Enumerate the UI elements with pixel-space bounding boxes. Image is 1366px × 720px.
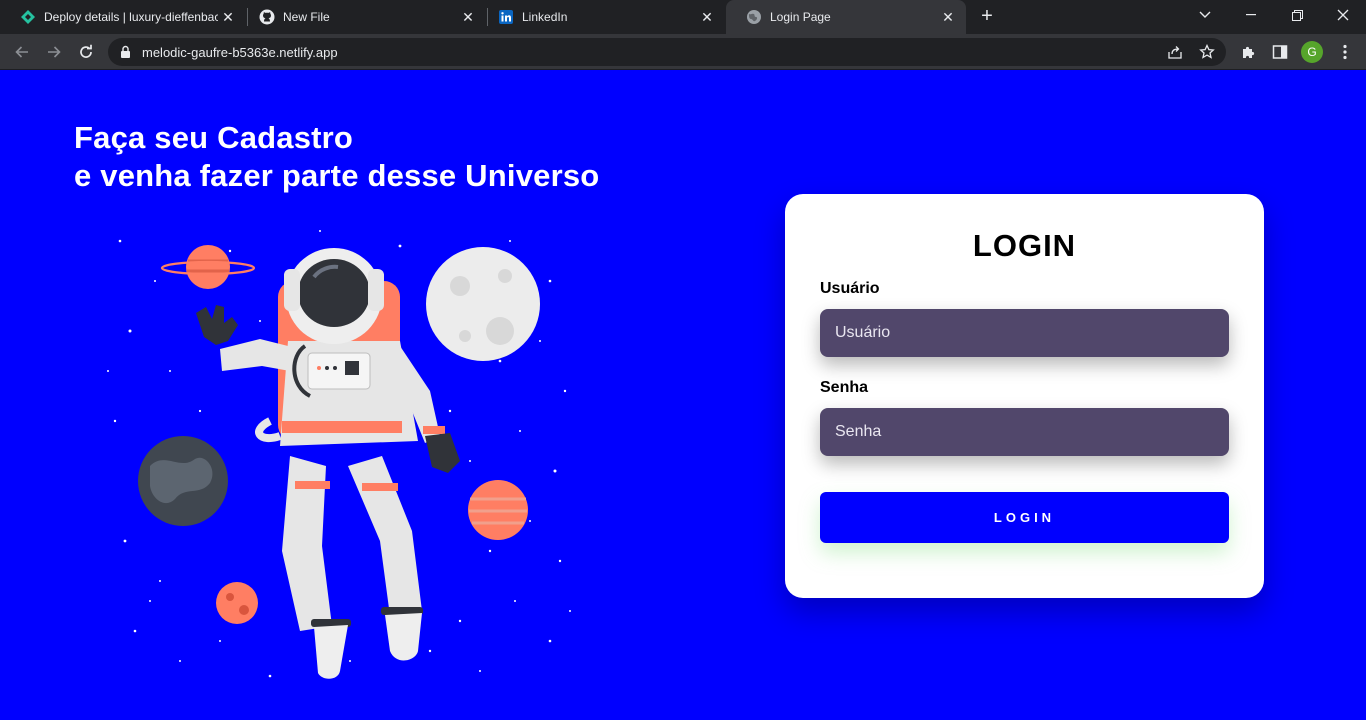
bookmark-star-icon[interactable]: [1199, 44, 1215, 60]
minimize-icon[interactable]: [1228, 0, 1274, 30]
reload-icon[interactable]: [74, 40, 98, 64]
dark-planet: [138, 436, 228, 526]
heading-line-2: e venha fazer parte desse Universo: [74, 158, 600, 193]
lock-icon[interactable]: [120, 45, 131, 64]
github-icon: [259, 9, 275, 25]
tab-title: Login Page: [770, 10, 831, 24]
close-icon[interactable]: ✕: [697, 7, 717, 27]
browser-tab-strip: Deploy details | luxury-dieffenbac ✕ New…: [0, 0, 1366, 34]
login-card: LOGIN Usuário Senha LOGIN: [785, 194, 1264, 598]
orange-planet: [468, 480, 528, 540]
restore-icon[interactable]: [1274, 0, 1320, 30]
side-panel-icon[interactable]: [1270, 42, 1290, 62]
astronaut-illustration: [107, 230, 571, 679]
tab-title: Deploy details | luxury-dieffenbac: [44, 10, 218, 24]
password-input[interactable]: [820, 408, 1229, 456]
back-arrow-icon[interactable]: [10, 40, 34, 64]
red-planet: [216, 582, 258, 624]
tab-new-file[interactable]: New File ✕: [239, 0, 486, 34]
username-label: Usuário: [820, 280, 880, 297]
tab-title: New File: [283, 10, 330, 24]
username-input[interactable]: [820, 309, 1229, 357]
moon: [426, 247, 540, 361]
close-window-icon[interactable]: [1320, 0, 1366, 30]
page-content: Faça seu Cadastro e venha fazer parte de…: [0, 71, 1366, 720]
chevron-down-icon[interactable]: [1182, 0, 1228, 30]
close-icon[interactable]: ✕: [218, 7, 238, 27]
netlify-icon: [20, 9, 36, 25]
profile-avatar[interactable]: G: [1301, 41, 1323, 63]
login-title: LOGIN: [972, 228, 1077, 263]
tab-login-page[interactable]: Login Page ✕: [726, 0, 966, 34]
browser-toolbar: melodic-gaufre-b5363e.netlify.app G: [0, 34, 1366, 70]
share-icon[interactable]: [1167, 44, 1183, 60]
more-menu-icon[interactable]: [1335, 42, 1355, 62]
login-button[interactable]: LOGIN: [820, 492, 1229, 543]
tab-linkedin[interactable]: LinkedIn ✕: [478, 0, 725, 34]
password-label: Senha: [820, 379, 869, 396]
tab-deploy-details[interactable]: Deploy details | luxury-dieffenbac ✕: [0, 0, 246, 34]
address-bar[interactable]: melodic-gaufre-b5363e.netlify.app: [108, 38, 1226, 66]
heading-line-1: Faça seu Cadastro: [74, 120, 354, 155]
ringed-planet: [160, 245, 256, 289]
extensions-puzzle-icon[interactable]: [1238, 42, 1258, 62]
tab-title: LinkedIn: [522, 10, 568, 24]
globe-icon: [746, 9, 762, 25]
url-text: melodic-gaufre-b5363e.netlify.app: [142, 45, 338, 60]
forward-arrow-icon[interactable]: [42, 40, 66, 64]
page-heading: Faça seu Cadastro e venha fazer parte de…: [74, 119, 599, 195]
new-tab-button[interactable]: +: [976, 6, 998, 28]
linkedin-icon: [498, 9, 514, 25]
close-icon[interactable]: ✕: [938, 7, 958, 27]
close-icon[interactable]: ✕: [458, 7, 478, 27]
